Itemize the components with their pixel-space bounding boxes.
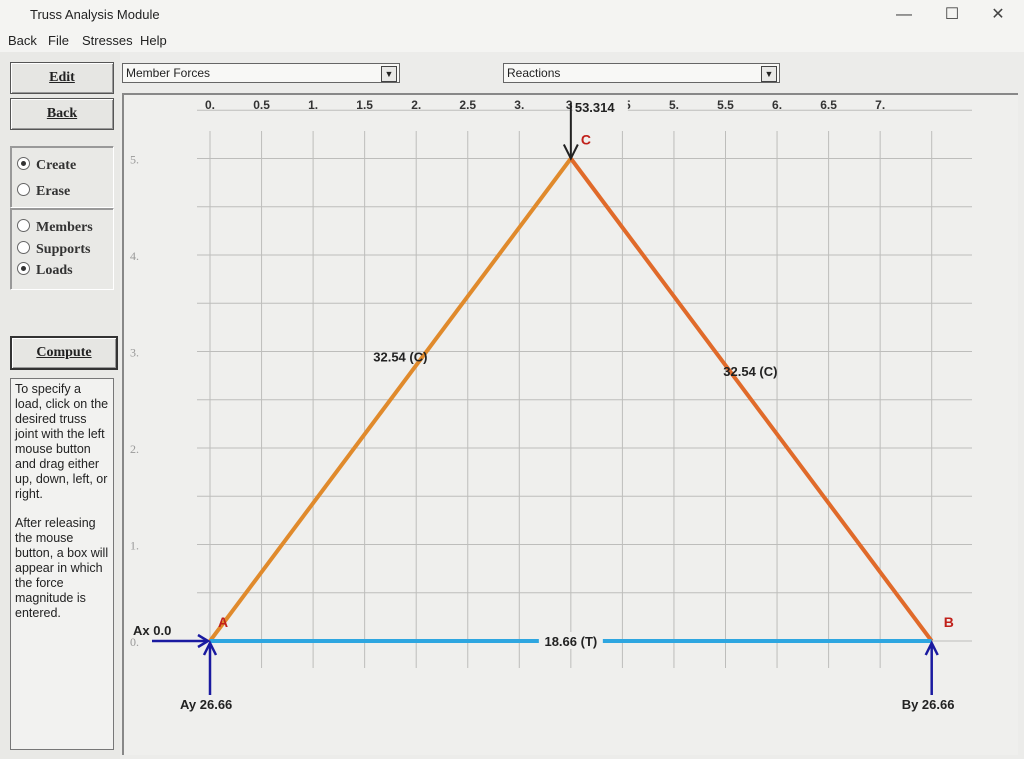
reaction-label: Ay 26.66 (180, 697, 232, 712)
x-tick-label: 0. (205, 98, 215, 112)
reaction-label: By 26.66 (902, 697, 955, 712)
x-tick-label: 2. (411, 98, 421, 112)
radio-label: Members (36, 220, 93, 235)
reactions-dropdown[interactable]: Reactions ▼ (503, 63, 780, 83)
menu-bar: Back File Stresses Help (0, 30, 1024, 52)
radio-dot (17, 262, 30, 275)
menu-back[interactable]: Back (8, 33, 37, 48)
back-button[interactable]: Back (10, 98, 114, 130)
member-force-label: 18.66 (T) (544, 634, 597, 649)
close-button[interactable]: ✕ (978, 4, 1018, 26)
radio-label: Loads (36, 263, 73, 278)
y-tick-label: 4. (130, 249, 139, 263)
dropdown-value: Reactions (507, 66, 561, 80)
menu-stresses[interactable]: Stresses (82, 33, 133, 48)
radio-label: Supports (36, 242, 91, 257)
truss-canvas[interactable]: 0.0.51.1.52.2.53.3.4.55.5.56.6.57.5.4.3.… (122, 93, 1016, 753)
joint-label: B (944, 614, 954, 630)
x-tick-label: 5.5 (717, 98, 734, 112)
radio-dot (17, 219, 30, 232)
load-magnitude-label: 53.314 (575, 100, 616, 115)
x-tick-label: 3. (514, 98, 524, 112)
help-paragraph: After releasing the mouse button, a box … (15, 516, 109, 620)
x-tick-label: 5. (669, 98, 679, 112)
type-group: Members Supports Loads (10, 208, 114, 290)
member-force-label: 32.54 (C) (723, 364, 777, 379)
y-tick-label: 2. (130, 442, 139, 456)
joint-label: C (581, 132, 591, 148)
radio-dot (17, 183, 30, 196)
reaction-label: Ax 0.0 (133, 623, 171, 638)
y-tick-label: 5. (130, 153, 139, 167)
x-tick-label: 6. (772, 98, 782, 112)
member-force-label: 32.54 (C) (373, 349, 427, 364)
help-paragraph: To specify a load, click on the desired … (15, 382, 109, 501)
radio-erase[interactable]: Erase (17, 183, 70, 200)
chevron-down-icon[interactable]: ▼ (381, 66, 397, 82)
x-tick-label: 1. (308, 98, 318, 112)
title-bar: Truss Analysis Module — ☐ ✕ (0, 0, 1024, 30)
y-tick-label: 3. (130, 346, 139, 360)
radio-label: Create (36, 158, 77, 173)
x-tick-label: 7. (875, 98, 885, 112)
chevron-down-icon[interactable]: ▼ (761, 66, 777, 82)
member-forces-dropdown[interactable]: Member Forces ▼ (122, 63, 400, 83)
compute-button[interactable]: Compute (10, 336, 118, 370)
radio-dot (17, 241, 30, 254)
radio-members[interactable]: Members (17, 219, 93, 236)
radio-loads[interactable]: Loads (17, 262, 73, 279)
radio-label: Erase (36, 184, 71, 199)
x-tick-label: 1.5 (356, 98, 373, 112)
help-text-box: To specify a load, click on the desired … (10, 378, 114, 750)
radio-supports[interactable]: Supports (17, 241, 90, 258)
edit-button[interactable]: Edit (10, 62, 114, 94)
radio-dot (17, 157, 30, 170)
x-tick-label: 0.5 (253, 98, 270, 112)
y-tick-label: 1. (130, 539, 139, 553)
maximize-button[interactable]: ☐ (932, 4, 972, 26)
x-tick-label: 6.5 (820, 98, 837, 112)
dropdown-value: Member Forces (126, 66, 211, 80)
mode-group: Create Erase (10, 146, 114, 208)
window-title: Truss Analysis Module (30, 7, 160, 22)
radio-create[interactable]: Create (17, 157, 76, 174)
truss-plot-area[interactable]: 0.0.51.1.52.2.53.3.4.55.5.56.6.57.5.4.3.… (122, 93, 1018, 755)
minimize-button[interactable]: — (884, 4, 924, 26)
joint-label: A (218, 614, 228, 630)
menu-help[interactable]: Help (140, 33, 167, 48)
x-tick-label: 2.5 (459, 98, 476, 112)
menu-file[interactable]: File (48, 33, 69, 48)
